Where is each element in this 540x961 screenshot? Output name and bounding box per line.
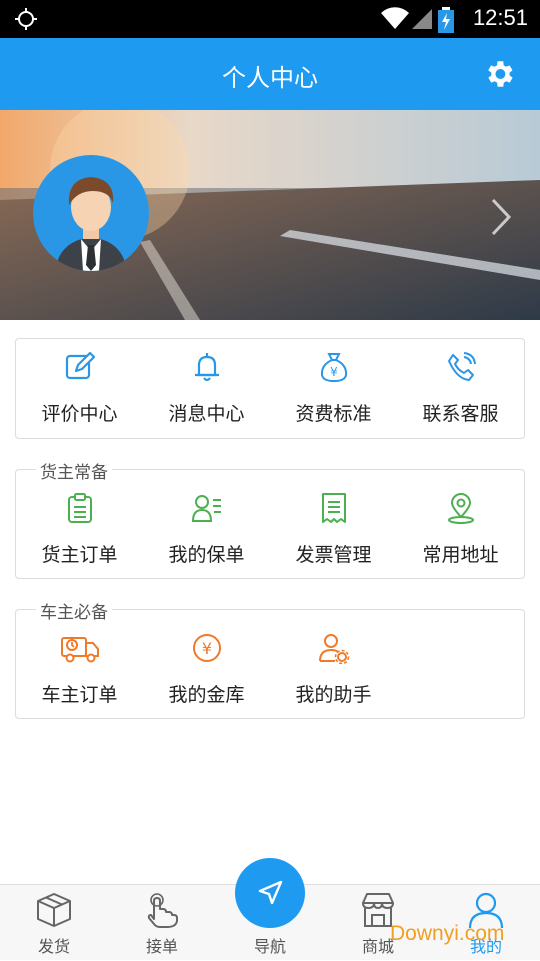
gear-icon[interactable] [482,57,516,91]
shipper-item-orders[interactable]: 货主订单 [16,480,143,578]
navigation-button[interactable] [235,858,305,928]
status-bar: 12:51 [0,0,540,38]
chevron-right-icon[interactable] [490,197,512,237]
watermark: Downyi.com [390,922,505,945]
shipper-item-invoice[interactable]: 发票管理 [270,480,397,578]
battery-icon [438,7,454,33]
service-label: 资费标准 [295,403,372,425]
assistant-icon [318,634,349,664]
carrier-item-vault[interactable]: ¥ 我的金库 [143,620,270,718]
svg-text:¥: ¥ [201,639,211,658]
carrier-item-orders[interactable]: 车主订单 [16,620,143,718]
page-title: 个人中心 [222,64,318,92]
tab-label: 接单 [145,937,178,956]
policy-icon [191,495,221,522]
hand-icon [147,893,178,928]
shipper-label: 货主订单 [41,544,118,566]
signal-icon [412,9,432,29]
tab-ship[interactable]: 发货 [0,885,108,961]
service-label: 评价中心 [41,403,118,425]
carrier-label: 我的金库 [168,684,245,706]
bell-icon [194,353,219,382]
truck-icon [60,637,99,663]
service-item-pricing[interactable]: ¥ 资费标准 [270,339,397,438]
tab-label: 导航 [253,937,286,956]
header: 个人中心 [0,38,540,110]
shipper-item-policy[interactable]: 我的保单 [143,480,270,578]
clipboard-icon [67,493,92,523]
service-label: 联系客服 [422,403,499,425]
service-card: 评价中心 消息中心 ¥ 资费标准 联系客服 [15,338,525,439]
navigation-icon [258,880,283,905]
money-bag-icon: ¥ [320,353,347,383]
svg-text:¥: ¥ [330,365,338,379]
edit-icon [65,351,95,380]
service-item-messages[interactable]: 消息中心 [143,339,270,438]
carrier-card: 车主必备 车主订单 ¥ 我的金库 我的助手 [15,598,525,719]
tab-label: 发货 [37,937,70,956]
yen-icon: ¥ [192,634,221,662]
invoice-icon [321,493,346,523]
carrier-label: 车主订单 [41,684,118,706]
location-icon [447,493,474,524]
carrier-item-assistant[interactable]: 我的助手 [270,620,397,718]
box-icon [37,893,71,927]
avatar[interactable] [33,155,149,271]
carrier-label: 我的助手 [295,684,372,706]
shipper-label: 常用地址 [422,544,499,566]
wifi-icon [381,7,409,29]
shipper-card: 货主常备 货主订单 我的保单 发票管理 常用地址 [15,458,525,579]
service-item-contact[interactable]: 联系客服 [397,339,524,438]
profile-banner[interactable] [0,110,540,320]
avatar-person-icon [55,177,127,271]
service-label: 消息中心 [168,403,245,425]
shipper-label: 我的保单 [168,544,245,566]
location-target-icon [15,8,37,30]
shipper-item-address[interactable]: 常用地址 [397,480,524,578]
status-time: 12:51 [472,5,528,30]
service-item-evaluation[interactable]: 评价中心 [16,339,143,438]
phone-icon [447,352,476,381]
shipper-label: 发票管理 [295,544,372,566]
carrier-empty-slot [397,620,524,718]
tab-accept-order[interactable]: 接单 [108,885,216,961]
